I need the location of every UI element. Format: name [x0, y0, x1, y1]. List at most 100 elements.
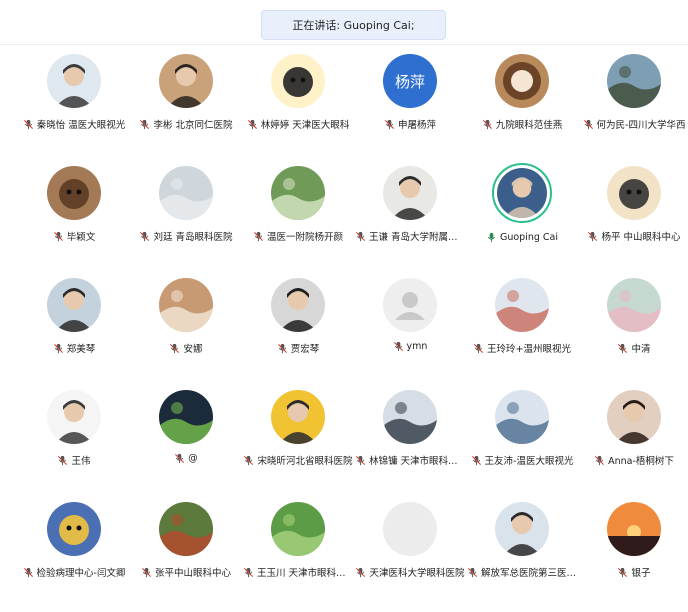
avatar: [159, 278, 213, 332]
participant-name: 贾宏琴: [290, 344, 320, 355]
participant-name: 宋晓昕河北省眼科医院: [257, 456, 353, 467]
participant-tile[interactable]: 银子: [578, 500, 688, 612]
avatar: [159, 390, 213, 444]
participant-tile[interactable]: 天津医科大学眼科医院: [354, 500, 466, 612]
mic-muted-icon: [23, 119, 33, 129]
participant-tile[interactable]: 王友沛-温医大眼视光: [466, 388, 578, 500]
mic-muted-icon: [583, 119, 593, 129]
participant-tile[interactable]: 林婷婷 天津医大眼科: [242, 52, 354, 164]
participant-name-row: 温医一附院杨开颜: [253, 229, 343, 243]
participant-tile[interactable]: 李彬 北京同仁医院: [130, 52, 242, 164]
participant-name: 秦晓怡 温医大眼视光: [36, 120, 126, 131]
avatar: [159, 166, 213, 220]
participant-tile[interactable]: 检验病理中心-闫文卿: [18, 500, 130, 612]
participant-tile[interactable]: 杨平 中山眼科中心: [578, 164, 688, 276]
mic-muted-icon: [243, 567, 254, 577]
avatar: [607, 166, 661, 220]
participant-tile[interactable]: 王玲玲+温州眼视光: [466, 276, 578, 388]
participant-tile[interactable]: 九院眼科范佳燕: [466, 52, 578, 164]
participant-tile[interactable]: Guoping Cai: [466, 163, 578, 276]
participant-tile[interactable]: 王玉川 天津市眼科医院: [242, 500, 354, 612]
mic-muted-icon: [384, 119, 395, 129]
participant-name-row: 九院眼科范佳燕: [482, 117, 562, 131]
participant-tile[interactable]: 安娜: [130, 276, 242, 388]
participant-tile[interactable]: 王伟: [18, 388, 130, 500]
participant-name-row: 中清: [617, 341, 651, 355]
participant-name: 安娜: [183, 344, 203, 355]
participant-name: 毕颖文: [66, 232, 96, 243]
avatar: [47, 54, 101, 108]
participant-name-row: 林婷婷 天津医大眼科: [247, 117, 349, 131]
mic-muted-icon: [53, 231, 63, 241]
participant-tile[interactable]: 中清: [578, 276, 688, 388]
mic-muted-icon: [356, 567, 366, 577]
participant-tile[interactable]: 刘廷 青岛眼科医院: [130, 164, 242, 276]
mic-muted-icon: [277, 343, 287, 353]
participant-name: 王友沛-温医大眼视光: [484, 456, 574, 467]
avatar: [607, 502, 661, 556]
avatar: [383, 390, 437, 444]
participant-name-row: 何为民-四川大学华西: [583, 117, 685, 131]
mic-muted-icon: [244, 455, 254, 465]
avatar: [607, 390, 661, 444]
mic-muted-icon: [53, 343, 63, 353]
participant-tile[interactable]: 解放军总医院第三医学中心: [466, 500, 578, 612]
participant-tile[interactable]: 张平中山眼科中心: [130, 500, 242, 612]
participant-tile[interactable]: 秦晓怡 温医大眼视光: [18, 52, 130, 164]
participant-tile[interactable]: 何为民-四川大学华西: [578, 52, 688, 164]
participant-name: 王玉川 天津市眼科医院: [257, 568, 353, 579]
participant-tile[interactable]: 王谦 青岛大学附属医院: [354, 164, 466, 276]
participant-tile[interactable]: 郑美琴: [18, 276, 130, 388]
avatar: [271, 390, 325, 444]
mic-muted-icon: [618, 567, 628, 577]
mic-muted-icon: [355, 455, 366, 465]
participant-name: 张平中山眼科中心: [154, 568, 231, 579]
avatar: [47, 166, 101, 220]
participant-tile[interactable]: 宋晓昕河北省眼科医院: [242, 388, 354, 500]
participant-name: 林锦镛 天津市眼科医院: [369, 456, 465, 467]
avatar: [607, 278, 661, 332]
mic-muted-icon: [588, 231, 598, 241]
participant-name-row: 张平中山眼科中心: [141, 565, 231, 579]
participant-name: 申屠杨萍: [397, 120, 436, 131]
mic-muted-icon: [595, 455, 605, 465]
participant-tile[interactable]: 贾宏琴: [242, 276, 354, 388]
participant-name: 王伟: [71, 456, 91, 467]
mic-muted-icon: [471, 455, 481, 465]
avatar: [383, 166, 437, 220]
participant-name: 郑美琴: [66, 344, 96, 355]
participant-tile[interactable]: 温医一附院杨开颜: [242, 164, 354, 276]
participant-name-row: 秦晓怡 温医大眼视光: [23, 117, 126, 131]
avatar: [271, 502, 325, 556]
participant-name: 银子: [631, 568, 651, 579]
participant-name-row: Anna-梧桐树下: [594, 453, 674, 467]
mic-muted-icon: [482, 119, 492, 129]
mic-muted-icon: [23, 567, 33, 577]
participant-tile[interactable]: 林锦镛 天津市眼科医院: [354, 388, 466, 500]
avatar: [383, 278, 437, 332]
participant-tile[interactable]: ymn: [354, 276, 466, 388]
mic-muted-icon: [58, 455, 68, 465]
participant-name-row: ymn: [393, 341, 427, 352]
mic-muted-icon: [175, 453, 185, 464]
participant-name-row: 申屠杨萍: [384, 117, 436, 131]
participant-tile[interactable]: 杨萍 申屠杨萍: [354, 52, 466, 164]
participant-name: 天津医科大学眼科医院: [369, 568, 465, 579]
mic-muted-icon: [393, 341, 403, 352]
meeting-top-bar: 正在讲话: Guoping Cai;: [0, 0, 688, 45]
participant-name: 刘廷 青岛眼科医院: [153, 232, 233, 243]
participant-name-row: 杨平 中山眼科中心: [587, 229, 681, 243]
participant-name-row: 天津医科大学眼科医院: [355, 565, 465, 579]
avatar: [607, 54, 661, 108]
mic-muted-icon: [140, 119, 150, 129]
participant-tile[interactable]: Anna-梧桐树下: [578, 388, 688, 500]
participant-grid: 秦晓怡 温医大眼视光 李彬 北京同仁医院 林婷婷 天津医大眼科 杨萍 申屠杨萍九院眼科范…: [0, 52, 688, 612]
participant-tile[interactable]: @: [130, 388, 242, 500]
avatar: [495, 502, 549, 556]
mic-muted-icon: [247, 119, 257, 129]
participant-tile[interactable]: 毕颖文: [18, 164, 130, 276]
avatar: [495, 54, 549, 108]
mic-icon: [487, 232, 496, 243]
participant-name: 李彬 北京同仁医院: [153, 120, 233, 131]
mic-muted-icon: [355, 231, 366, 241]
